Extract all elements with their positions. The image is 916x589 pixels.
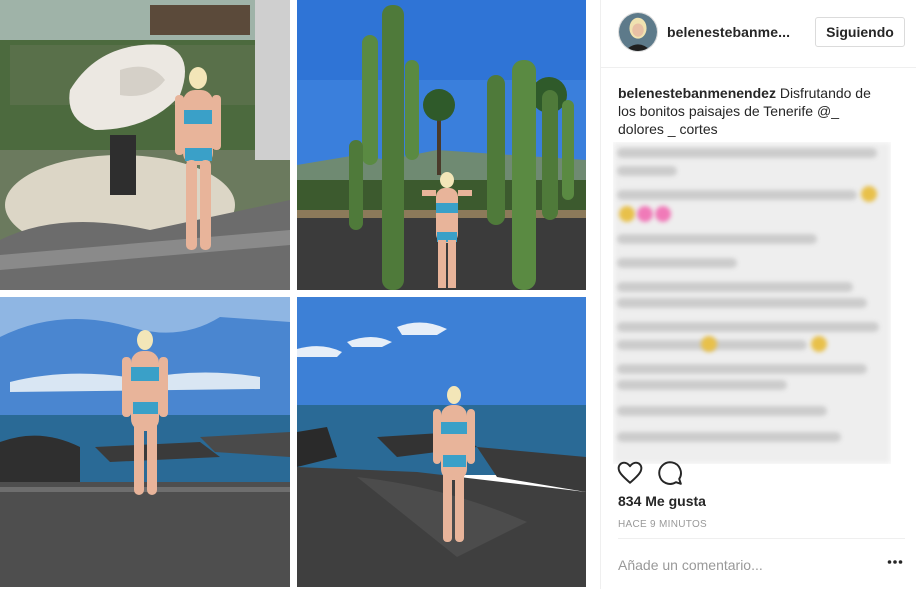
add-comment-section [618, 538, 905, 589]
blurred-comment [617, 364, 867, 374]
blurred-comment [617, 166, 677, 176]
caption-username[interactable]: belenestebanmenendez [618, 85, 776, 101]
heart-icon[interactable] [617, 460, 643, 486]
avatar[interactable] [618, 12, 658, 52]
post-caption: belenestebanmenendez Disfrutando de los … [618, 84, 888, 138]
blurred-comment [617, 148, 877, 158]
comment-input[interactable] [618, 553, 858, 577]
blurred-comment [617, 258, 737, 268]
blurred-emoji [637, 206, 653, 222]
post-photo[interactable] [0, 0, 600, 589]
ellipsis-icon[interactable] [887, 559, 903, 565]
collage-photo-beach [0, 297, 290, 587]
comment-bubble-icon[interactable] [657, 460, 683, 486]
blurred-comment [617, 432, 841, 442]
blurred-comment [617, 322, 879, 332]
blurred-emoji [655, 206, 671, 222]
blurred-comment [617, 234, 817, 244]
blurred-comment [617, 298, 867, 308]
collage-photo-cacti [297, 0, 586, 290]
blurred-comment [617, 406, 827, 416]
blurred-comment [617, 190, 857, 200]
blurred-emoji [811, 336, 827, 352]
blurred-emoji [861, 186, 877, 202]
blurred-comment [617, 380, 787, 390]
following-button[interactable]: Siguiendo [815, 17, 905, 47]
post-timestamp[interactable]: HACE 9 MINUTOS [618, 519, 707, 530]
post-header: belenestebanme... Siguiendo [601, 0, 916, 68]
comments-list-blurred [613, 142, 891, 464]
post-sidebar: belenestebanme... Siguiendo belenesteban… [600, 0, 916, 589]
blurred-comment [617, 282, 853, 292]
collage-photo-black-sand [297, 297, 586, 587]
blurred-emoji [619, 206, 635, 222]
likes-count[interactable]: 834 Me gusta [618, 493, 706, 509]
username-link[interactable]: belenestebanme... [667, 24, 790, 40]
collage-photo-garden [0, 0, 290, 290]
blurred-emoji [701, 336, 717, 352]
